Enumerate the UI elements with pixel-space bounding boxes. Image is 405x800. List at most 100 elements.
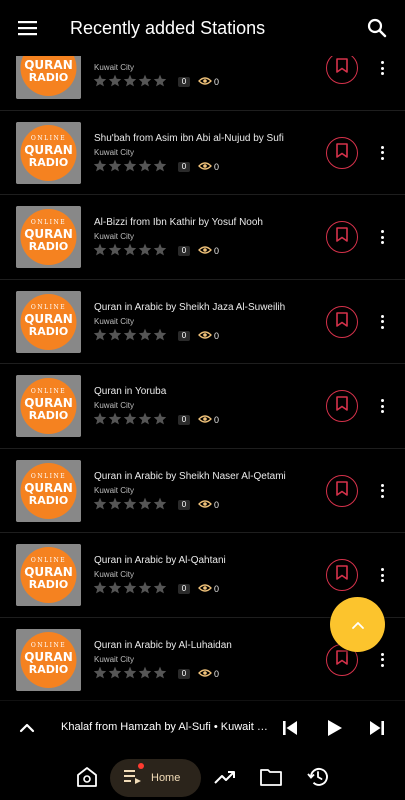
more-options-icon[interactable] bbox=[376, 143, 388, 163]
bookmark-button[interactable] bbox=[326, 221, 358, 253]
star-icon[interactable] bbox=[108, 412, 122, 425]
skip-next-icon[interactable] bbox=[367, 718, 387, 738]
star-icon[interactable] bbox=[123, 159, 137, 172]
station-row[interactable]: ONLINEQURANRADIO Kuwait City 0 0 bbox=[0, 56, 405, 111]
bookmark-button[interactable] bbox=[326, 56, 358, 84]
station-title[interactable]: Shu'bah from Asim ibn Abi al-Nujud by Su… bbox=[94, 133, 314, 144]
more-options-icon[interactable] bbox=[376, 565, 388, 585]
menu-icon[interactable] bbox=[0, 0, 56, 56]
more-options-icon[interactable] bbox=[376, 58, 388, 78]
skip-previous-icon[interactable] bbox=[280, 718, 300, 738]
mini-player[interactable]: Khalaf from Hamzah by Al-Sufi • Kuwait C… bbox=[0, 700, 405, 754]
star-icon[interactable] bbox=[108, 159, 122, 172]
star-icon[interactable] bbox=[123, 497, 137, 510]
rating-stars[interactable] bbox=[93, 328, 167, 341]
station-row[interactable]: ONLINE QURAN RADIO Quran in Arabic by Sheik… bbox=[0, 449, 405, 533]
nav-discover-icon[interactable] bbox=[73, 763, 101, 791]
star-icon[interactable] bbox=[108, 497, 122, 510]
star-icon[interactable] bbox=[93, 581, 107, 594]
more-options-icon[interactable] bbox=[376, 650, 388, 670]
bookmark-icon bbox=[336, 142, 348, 163]
star-icon[interactable] bbox=[93, 497, 107, 510]
eye-icon bbox=[198, 161, 212, 173]
station-title[interactable]: Quran in Arabic by Al-Qahtani bbox=[94, 555, 314, 566]
star-icon[interactable] bbox=[108, 666, 122, 679]
star-icon[interactable] bbox=[108, 581, 122, 594]
star-icon[interactable] bbox=[93, 412, 107, 425]
star-icon[interactable] bbox=[93, 666, 107, 679]
star-icon[interactable] bbox=[138, 74, 152, 87]
station-title[interactable]: Al-Bizzi from Ibn Kathir by Yosuf Nooh bbox=[94, 217, 314, 228]
star-icon[interactable] bbox=[123, 666, 137, 679]
star-icon[interactable] bbox=[93, 159, 107, 172]
star-icon[interactable] bbox=[138, 328, 152, 341]
folder-icon[interactable] bbox=[257, 763, 285, 791]
station-row[interactable]: ONLINE QURAN RADIO Al-Bizzi from Ibn Kathir… bbox=[0, 195, 405, 280]
star-icon[interactable] bbox=[108, 328, 122, 341]
station-title[interactable]: Quran in Arabic by Al-Luhaidan bbox=[94, 640, 314, 651]
more-options-icon[interactable] bbox=[376, 396, 388, 416]
star-icon[interactable] bbox=[123, 243, 137, 256]
star-icon[interactable] bbox=[123, 74, 137, 87]
rating-stars[interactable] bbox=[93, 497, 167, 510]
bookmark-button[interactable] bbox=[326, 474, 358, 507]
station-row[interactable]: ONLINE QURAN RADIO Quran in Yoruba Kuwait Ci… bbox=[0, 364, 405, 449]
scroll-to-top-button[interactable] bbox=[330, 597, 385, 652]
star-icon[interactable] bbox=[108, 243, 122, 256]
rating-stars[interactable] bbox=[93, 74, 167, 87]
search-icon[interactable] bbox=[349, 0, 405, 56]
bookmark-button[interactable] bbox=[326, 390, 358, 422]
rating-stars[interactable] bbox=[93, 412, 167, 425]
rating-stars[interactable] bbox=[93, 243, 167, 256]
star-icon[interactable] bbox=[138, 497, 152, 510]
bookmark-button[interactable] bbox=[326, 136, 358, 169]
station-city: Kuwait City bbox=[94, 485, 135, 495]
star-icon[interactable] bbox=[138, 243, 152, 256]
history-icon[interactable] bbox=[304, 763, 332, 791]
more-options-icon[interactable] bbox=[376, 481, 388, 501]
view-count-value: 0 bbox=[214, 499, 220, 510]
star-icon[interactable] bbox=[123, 412, 137, 425]
bookmark-button[interactable] bbox=[326, 559, 358, 591]
chevron-up-icon[interactable] bbox=[16, 717, 38, 739]
star-icon[interactable] bbox=[153, 243, 167, 256]
notification-dot bbox=[138, 763, 144, 769]
rating-stars[interactable] bbox=[93, 666, 167, 679]
bookmark-button[interactable] bbox=[326, 305, 358, 338]
trending-icon[interactable] bbox=[211, 763, 239, 791]
star-icon[interactable] bbox=[93, 328, 107, 341]
nav-home-tab[interactable]: Home bbox=[110, 759, 201, 797]
star-icon[interactable] bbox=[153, 581, 167, 594]
station-title[interactable]: Quran in Arabic by Sheikh Naser Al-Qetam… bbox=[94, 471, 314, 482]
star-icon[interactable] bbox=[123, 581, 137, 594]
star-icon[interactable] bbox=[153, 412, 167, 425]
view-count-value: 0 bbox=[214, 77, 220, 87]
star-icon[interactable] bbox=[138, 666, 152, 679]
star-icon[interactable] bbox=[93, 74, 107, 87]
station-row[interactable]: ONLINE QURAN RADIO Quran in Arabic by Sheik… bbox=[0, 280, 405, 364]
star-icon[interactable] bbox=[138, 412, 152, 425]
rating-stars[interactable] bbox=[93, 159, 167, 172]
rating-stars[interactable] bbox=[93, 581, 167, 594]
station-city: Kuwait City bbox=[94, 232, 135, 241]
star-icon[interactable] bbox=[153, 497, 167, 510]
more-options-icon[interactable] bbox=[376, 227, 388, 247]
star-icon[interactable] bbox=[93, 243, 107, 256]
more-options-icon[interactable] bbox=[376, 312, 388, 332]
nav-home-label: Home bbox=[151, 772, 181, 784]
star-icon[interactable] bbox=[153, 328, 167, 341]
now-playing-text[interactable]: Khalaf from Hamzah by Al-Sufi • Kuwait C… bbox=[61, 721, 271, 733]
star-icon[interactable] bbox=[153, 159, 167, 172]
station-title[interactable]: Quran in Arabic by Sheikh Jaza Al-Suweil… bbox=[94, 302, 314, 313]
rating-count-badge: 0 bbox=[178, 584, 190, 594]
star-icon[interactable] bbox=[123, 328, 137, 341]
play-icon[interactable] bbox=[324, 717, 346, 739]
star-icon[interactable] bbox=[153, 666, 167, 679]
star-icon[interactable] bbox=[153, 74, 167, 87]
view-count-value: 0 bbox=[214, 668, 220, 679]
star-icon[interactable] bbox=[138, 159, 152, 172]
star-icon[interactable] bbox=[108, 74, 122, 87]
station-row[interactable]: ONLINE QURAN RADIO Shu'bah from Asim ibn Ab… bbox=[0, 111, 405, 195]
star-icon[interactable] bbox=[138, 581, 152, 594]
station-title[interactable]: Quran in Yoruba bbox=[94, 386, 314, 397]
